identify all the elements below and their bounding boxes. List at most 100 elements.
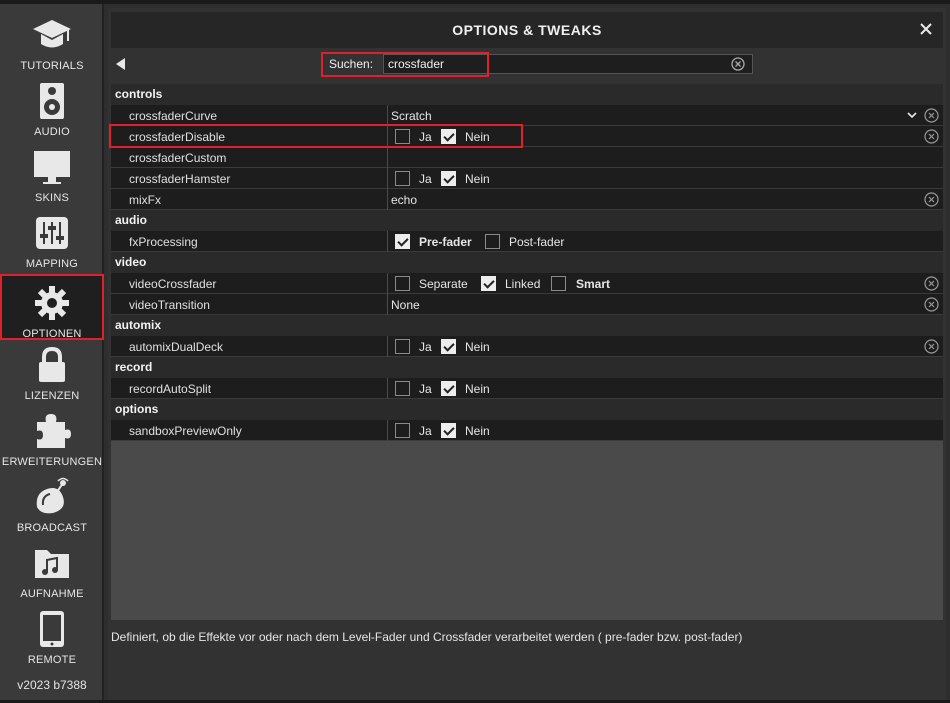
checkbox-nein[interactable]: [441, 171, 456, 186]
checkbox-nein[interactable]: [441, 339, 456, 354]
app-window: TUTORIALS AUDIO SKINS MAPPING OPTIONEN L…: [0, 0, 950, 703]
sidebar-item-lizenzen[interactable]: LIZENZEN: [0, 336, 104, 402]
section-header: automix: [111, 315, 943, 336]
sidebar-item-remote[interactable]: REMOTE: [0, 600, 104, 666]
option-name: crossfaderDisable: [129, 130, 226, 144]
checkbox-smart[interactable]: [551, 276, 566, 291]
option-label: Ja: [419, 172, 432, 186]
options-table: controls crossfaderCurve Scratch crossfa…: [109, 84, 943, 620]
sidebar-item-skins[interactable]: SKINS: [0, 138, 104, 204]
sidebar-item-label: LIZENZEN: [24, 390, 80, 402]
reset-icon[interactable]: [924, 276, 939, 291]
sliders-icon: [31, 212, 73, 254]
puzzle-icon: [31, 410, 73, 452]
option-value[interactable]: None: [391, 298, 420, 312]
table-row-automixDualDeck[interactable]: automixDualDeck Ja Nein: [111, 336, 943, 357]
section-header: record: [111, 357, 943, 378]
option-label: Ja: [419, 130, 432, 144]
option-value[interactable]: Scratch: [391, 109, 432, 123]
checkbox-ja[interactable]: [395, 381, 410, 396]
checkbox-linked[interactable]: [481, 276, 496, 291]
table-row-fxProcessing[interactable]: fxProcessing Pre-fader Post-fader: [111, 231, 943, 252]
option-name: mixFx: [129, 193, 161, 207]
reset-icon[interactable]: [924, 297, 939, 312]
option-description: Definiert, ob die Effekte vor oder nach …: [111, 630, 743, 644]
option-label: Smart: [576, 277, 611, 291]
checkbox-nein[interactable]: [441, 423, 456, 438]
option-label: Ja: [419, 382, 432, 396]
option-label: Nein: [465, 382, 490, 396]
lock-icon: [31, 344, 73, 386]
option-name: videoTransition: [129, 298, 210, 312]
option-label: Separate: [419, 277, 468, 291]
gear-icon: [31, 282, 73, 324]
option-name: crossfaderCurve: [129, 109, 218, 123]
option-name: videoCrossfader: [129, 277, 217, 291]
section-header: controls: [111, 84, 943, 105]
sidebar-item-optionen[interactable]: OPTIONEN: [0, 274, 104, 340]
checkbox-ja[interactable]: [395, 423, 410, 438]
table-row-videoCrossfader[interactable]: videoCrossfader Separate Linked Smart: [111, 273, 943, 294]
sidebar-item-erweiterungen[interactable]: ERWEITERUNGEN: [0, 402, 104, 468]
option-name: crossfaderHamster: [129, 172, 231, 186]
option-name: crossfaderCustom: [129, 151, 227, 165]
version-label: v2023 b7388: [17, 678, 87, 692]
sidebar-item-label: BROADCAST: [16, 522, 88, 534]
checkbox-ja[interactable]: [395, 171, 410, 186]
top-strip: [0, 0, 950, 4]
sidebar-item-label: TUTORIALS: [20, 60, 84, 72]
table-row-sandboxPreviewOnly[interactable]: sandboxPreviewOnly Ja Nein: [111, 420, 943, 441]
table-row-recordAutoSplit[interactable]: recordAutoSplit Ja Nein: [111, 378, 943, 399]
reset-icon[interactable]: [924, 108, 939, 123]
speaker-icon: [31, 80, 73, 122]
back-arrow-icon[interactable]: [115, 57, 127, 71]
options-panel: OPTIONS & TWEAKS Suchen: controls: [108, 8, 946, 700]
close-icon[interactable]: [917, 20, 935, 38]
checkbox-ja[interactable]: [395, 339, 410, 354]
clear-search-icon[interactable]: [731, 57, 745, 71]
table-row-crossfaderCustom[interactable]: crossfaderCustom: [111, 147, 943, 168]
option-value[interactable]: echo: [391, 193, 417, 207]
option-name: fxProcessing: [129, 235, 198, 249]
sidebar-item-tutorials[interactable]: TUTORIALS: [0, 6, 104, 72]
broadcast-icon: [31, 476, 73, 518]
table-row-crossfaderDisable[interactable]: crossfaderDisable Ja Nein: [111, 126, 943, 147]
table-row-crossfaderHamster[interactable]: crossfaderHamster Ja Nein: [111, 168, 943, 189]
reset-icon[interactable]: [924, 129, 939, 144]
option-name: automixDualDeck: [129, 340, 224, 354]
option-label: Nein: [465, 424, 490, 438]
checkbox-ja[interactable]: [395, 129, 410, 144]
option-label: Post-fader: [509, 235, 565, 249]
reset-icon[interactable]: [924, 339, 939, 354]
title-bar: OPTIONS & TWEAKS: [111, 12, 943, 48]
music-folder-icon: [31, 542, 73, 584]
table-row-crossfaderCurve[interactable]: crossfaderCurve Scratch: [111, 105, 943, 126]
table-row-videoTransition[interactable]: videoTransition None: [111, 294, 943, 315]
sidebar-item-broadcast[interactable]: BROADCAST: [0, 468, 104, 534]
sidebar-item-aufnahme[interactable]: AUFNAHME: [0, 534, 104, 600]
sidebar-item-label: ERWEITERUNGEN: [1, 456, 103, 468]
checkbox-nein[interactable]: [441, 381, 456, 396]
search-label: Suchen:: [329, 57, 374, 71]
sidebar-item-label: SKINS: [34, 192, 69, 204]
section-header: video: [111, 252, 943, 273]
reset-icon[interactable]: [924, 192, 939, 207]
sidebar-item-mapping[interactable]: MAPPING: [0, 204, 104, 270]
checkbox-post-fader[interactable]: [485, 234, 500, 249]
monitor-icon: [31, 146, 73, 188]
option-label: Nein: [465, 130, 490, 144]
option-label: Ja: [419, 424, 432, 438]
chevron-down-icon[interactable]: [907, 110, 917, 120]
checkbox-pre-fader[interactable]: [395, 234, 410, 249]
option-label: Linked: [505, 277, 541, 291]
section-header: options: [111, 399, 943, 420]
checkbox-nein[interactable]: [441, 129, 456, 144]
table-row-mixFx[interactable]: mixFx echo: [111, 189, 943, 210]
sidebar-item-audio[interactable]: AUDIO: [0, 72, 104, 138]
option-label: Nein: [465, 340, 490, 354]
sidebar-item-label: MAPPING: [25, 258, 79, 270]
option-name: recordAutoSplit: [129, 382, 212, 396]
page-title: OPTIONS & TWEAKS: [452, 22, 602, 38]
sidebar-item-label: AUDIO: [34, 126, 70, 138]
checkbox-separate[interactable]: [395, 276, 410, 291]
